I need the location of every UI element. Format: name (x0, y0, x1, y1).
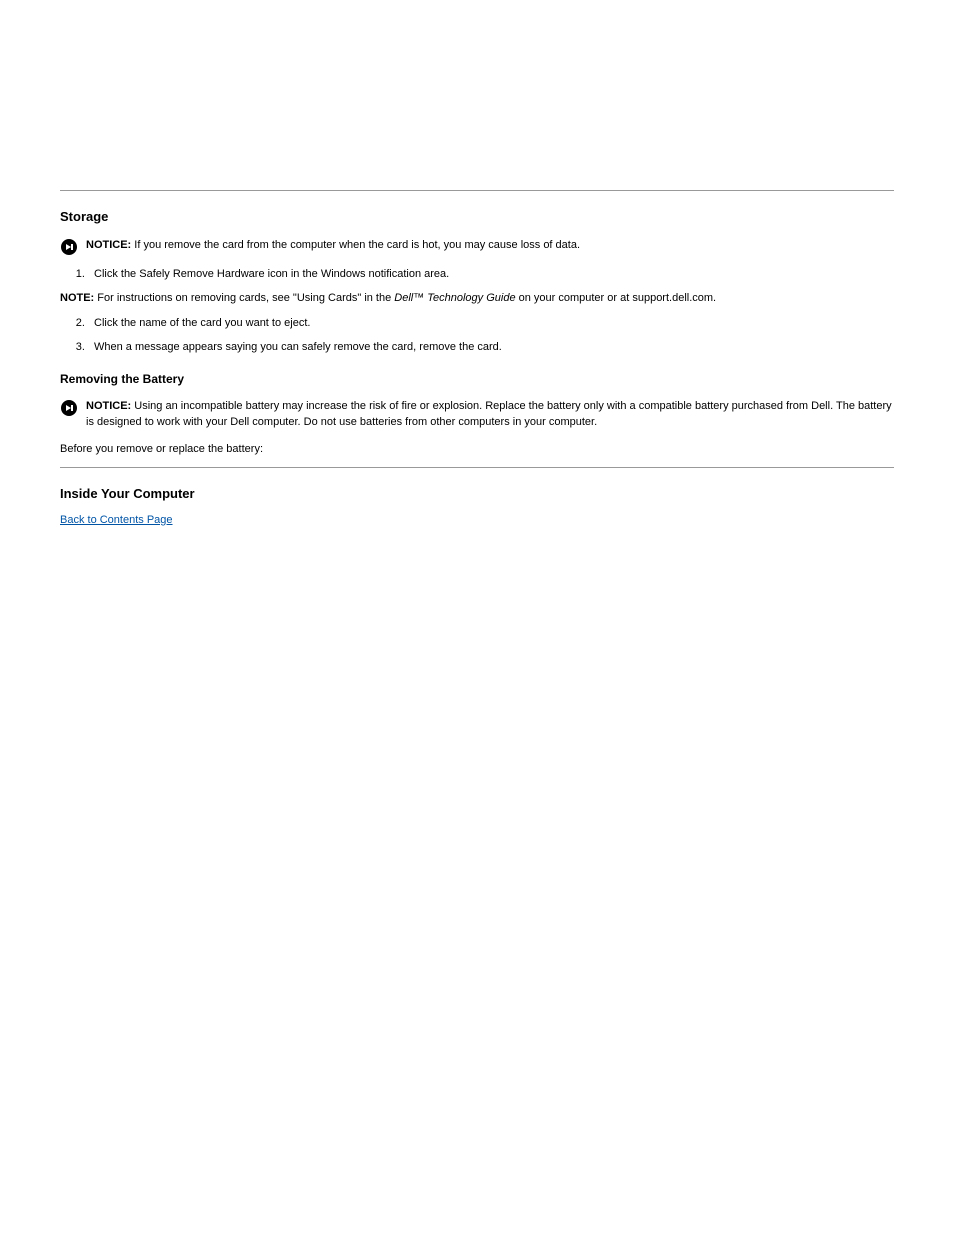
divider (60, 190, 894, 191)
battery-subsection-title: Removing the Battery (60, 370, 894, 388)
note-body-after: on your computer or at support.dell.com. (516, 292, 717, 304)
back-to-contents-link[interactable]: Back to Contents Page (60, 514, 173, 526)
notice-body-2: Using an incompatible battery may increa… (86, 400, 892, 429)
divider (60, 467, 894, 468)
note-body-before: For instructions on removing cards, see … (94, 292, 394, 304)
notice-block-1: NOTICE: If you remove the card from the … (60, 237, 894, 256)
step-1: Click the Safely Remove Hardware icon in… (88, 266, 894, 283)
notice-icon (60, 238, 78, 256)
note-italic: Dell™ Technology Guide (394, 292, 515, 304)
notice-text-2: NOTICE: Using an incompatible battery ma… (86, 398, 894, 431)
notice-block-2: NOTICE: Using an incompatible battery ma… (60, 398, 894, 431)
notice-text-1: NOTICE: If you remove the card from the … (86, 237, 894, 254)
step-2: Click the name of the card you want to e… (88, 315, 894, 332)
battery-paragraph: Before you remove or replace the battery… (60, 441, 894, 458)
note-label-1: NOTE: (60, 292, 94, 304)
inside-section-title: Inside Your Computer (60, 484, 894, 504)
notice-label-1: NOTICE: (86, 239, 131, 251)
step-3: When a message appears saying you can sa… (88, 339, 894, 356)
storage-section-title: Storage (60, 207, 894, 227)
notice-icon (60, 399, 78, 417)
notice-body-1: If you remove the card from the computer… (131, 239, 580, 251)
note-1: NOTE: For instructions on removing cards… (60, 290, 894, 307)
notice-label-2: NOTICE: (86, 400, 131, 412)
